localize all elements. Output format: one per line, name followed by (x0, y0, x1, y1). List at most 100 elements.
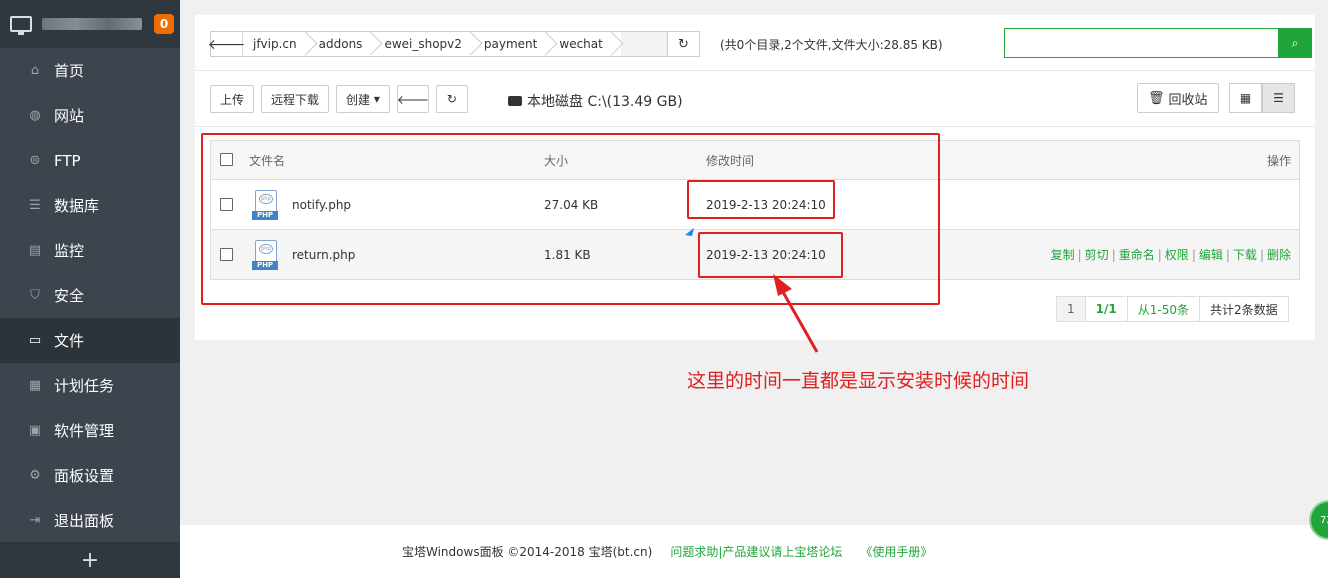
sidebar-menu: ⌂ 首页 ◍ 网站 ⊜ FTP ☰ 数据库 ▤ 监控 ⛉ 安全 ▭ 文件 ▦ 计划任务 ▣ 软件管… (0, 48, 180, 543)
sidebar-item-label: 安全 (54, 287, 85, 305)
page-indicator: 1/1 (1086, 297, 1128, 321)
rename-link[interactable]: 重命名 (1119, 248, 1155, 262)
sidebar-item-ftp[interactable]: ⊜ FTP (0, 138, 180, 183)
breadcrumb-item[interactable]: jfvip.cn (243, 32, 309, 56)
footer-copyright: 宝塔Windows面板 ©2014-2018 宝塔(bt.cn) (402, 545, 653, 559)
logout-icon: ⇥ (29, 513, 41, 528)
footer: 宝塔Windows面板 ©2014-2018 宝塔(bt.cn) 问题求助|产品… (180, 525, 1328, 578)
pagination: 1 1/1 从1-50条 共计2条数据 (1056, 296, 1289, 322)
search-icon: ⌕ (1291, 35, 1299, 50)
edit-link[interactable]: 编辑 (1199, 248, 1223, 262)
annotation-box-time-1 (687, 180, 835, 219)
sidebar-item-database[interactable]: ☰ 数据库 (0, 183, 180, 228)
breadcrumb-item[interactable]: wechat (549, 32, 614, 56)
path-back-button[interactable]: 🡐 (207, 32, 246, 56)
monitor-icon: ▤ (28, 243, 42, 258)
view-toggle: ▦ ☰ (1229, 83, 1295, 113)
refresh-icon: ↻ (678, 36, 689, 52)
sidebar-item-label: 退出面板 (54, 512, 115, 530)
upload-button[interactable]: 上传 (210, 85, 255, 113)
sidebar-item-files[interactable]: ▭ 文件 (0, 318, 180, 363)
sidebar-item-home[interactable]: ⌂ 首页 (0, 48, 180, 93)
arrow-left-icon: 🡐 (396, 92, 429, 107)
path-input-area[interactable] (620, 32, 667, 56)
disk-selector[interactable]: 本地磁盘 C:\(13.49 GB) (508, 91, 683, 111)
row-actions: 复制 | 剪切 | 重命名 | 权限 | 编辑 | 下载 | 删除 (1050, 248, 1291, 262)
sidebar-item-label: FTP (54, 151, 81, 170)
shield-icon: ⛉ (30, 288, 40, 303)
refresh-button[interactable]: ↻ (435, 85, 468, 113)
permission-link[interactable]: 权限 (1165, 248, 1189, 262)
server-icon (10, 16, 32, 35)
trash-icon: 🗑 (1148, 90, 1165, 106)
create-label: 创建 (346, 92, 371, 107)
annotation-text: 这里的时间一直都是显示安装时候的时间 (687, 370, 1030, 392)
toolbar: 上传 远程下载 创建 ▾ 🡐 ↻ (210, 84, 475, 114)
globe-icon: ◍ (29, 108, 41, 123)
grid-icon: ▦ (1239, 91, 1252, 105)
home-icon: ⌂ (30, 63, 40, 78)
gear-icon: ⚙ (29, 468, 41, 483)
cut-link[interactable]: 剪切 (1085, 248, 1109, 262)
ftp-icon: ⊜ (29, 153, 41, 168)
page-range[interactable]: 从1-50条 (1128, 297, 1200, 321)
create-dropdown[interactable]: 创建 ▾ (336, 85, 390, 113)
arrow-left-icon: 🡐 (207, 36, 246, 53)
recycle-bin-label: 回收站 (1168, 92, 1208, 108)
remote-download-button[interactable]: 远程下载 (261, 85, 330, 113)
sidebar-item-monitor[interactable]: ▤ 监控 (0, 228, 180, 273)
breadcrumb-item[interactable]: ewei_shopv2 (374, 32, 473, 56)
annotation-arrow (685, 228, 819, 353)
delete-link[interactable]: 删除 (1267, 248, 1291, 262)
server-name-blurred (42, 18, 142, 30)
back-button[interactable]: 🡐 (397, 85, 429, 113)
path-bar: 🡐 jfvip.cn addons ewei_shopv2 payment we… (207, 31, 700, 57)
search-button[interactable]: ⌕ (1278, 28, 1312, 58)
sidebar-item-software[interactable]: ▣ 软件管理 (0, 408, 180, 453)
grid-view-button[interactable]: ▦ (1229, 83, 1262, 113)
divider (195, 126, 1315, 127)
footer-forum-link[interactable]: 问题求助|产品建议请上宝塔论坛 (670, 543, 842, 560)
search-input[interactable] (1004, 28, 1278, 58)
breadcrumb-item[interactable]: payment (474, 32, 549, 56)
sidebar-item-logout[interactable]: ⇥ 退出面板 (0, 498, 180, 543)
header-ops: 操作 (1266, 153, 1291, 168)
notification-badge[interactable]: 0 (154, 14, 174, 34)
list-view-button[interactable]: ☰ (1262, 83, 1295, 113)
sidebar-item-label: 监控 (54, 242, 85, 260)
sidebar-item-label: 网站 (54, 107, 85, 125)
footer-manual-link[interactable]: 《使用手册》 (860, 543, 932, 560)
add-button[interactable]: + (0, 542, 180, 578)
folder-icon: ▭ (28, 333, 42, 348)
sidebar-item-label: 数据库 (54, 197, 100, 215)
sidebar-item-label: 面板设置 (54, 467, 115, 485)
recycle-bin-button[interactable]: 🗑 回收站 (1137, 83, 1219, 113)
page-current[interactable]: 1 (1057, 297, 1086, 321)
divider (195, 70, 1315, 71)
apps-icon: ▣ (28, 423, 42, 438)
sidebar-item-label: 文件 (54, 332, 85, 350)
search-box: ⌕ (1004, 28, 1312, 58)
hdd-icon (508, 96, 522, 106)
database-icon: ☰ (29, 198, 41, 213)
refresh-icon: ↻ (446, 92, 457, 106)
calendar-icon: ▦ (28, 378, 42, 393)
sidebar-item-label: 计划任务 (54, 377, 115, 395)
sidebar-item-security[interactable]: ⛉ 安全 (0, 273, 180, 318)
sidebar-item-cron[interactable]: ▦ 计划任务 (0, 363, 180, 408)
sidebar-header: 0 (0, 0, 180, 48)
sidebar-item-label: 首页 (54, 62, 85, 80)
disk-label: 本地磁盘 C:\(13.49 GB) (527, 94, 683, 110)
list-icon: ☰ (1273, 91, 1284, 105)
download-link[interactable]: 下载 (1233, 248, 1257, 262)
sidebar: 0 ⌂ 首页 ◍ 网站 ⊜ FTP ☰ 数据库 ▤ 监控 ⛉ 安全 ▭ 文件 ▦ 计划任务 ▣ 软… (0, 0, 180, 578)
directory-info: (共0个目录,2个文件,文件大小:28.85 KB) (720, 38, 943, 52)
copy-link[interactable]: 复制 (1051, 248, 1075, 262)
sidebar-item-website[interactable]: ◍ 网站 (0, 93, 180, 138)
breadcrumb-item[interactable]: addons (309, 32, 375, 56)
sidebar-item-settings[interactable]: ⚙ 面板设置 (0, 453, 180, 498)
path-refresh-button[interactable]: ↻ (667, 32, 699, 56)
caret-down-icon: ▾ (373, 92, 380, 106)
page-total: 共计2条数据 (1209, 302, 1278, 317)
sidebar-item-label: 软件管理 (54, 422, 115, 440)
